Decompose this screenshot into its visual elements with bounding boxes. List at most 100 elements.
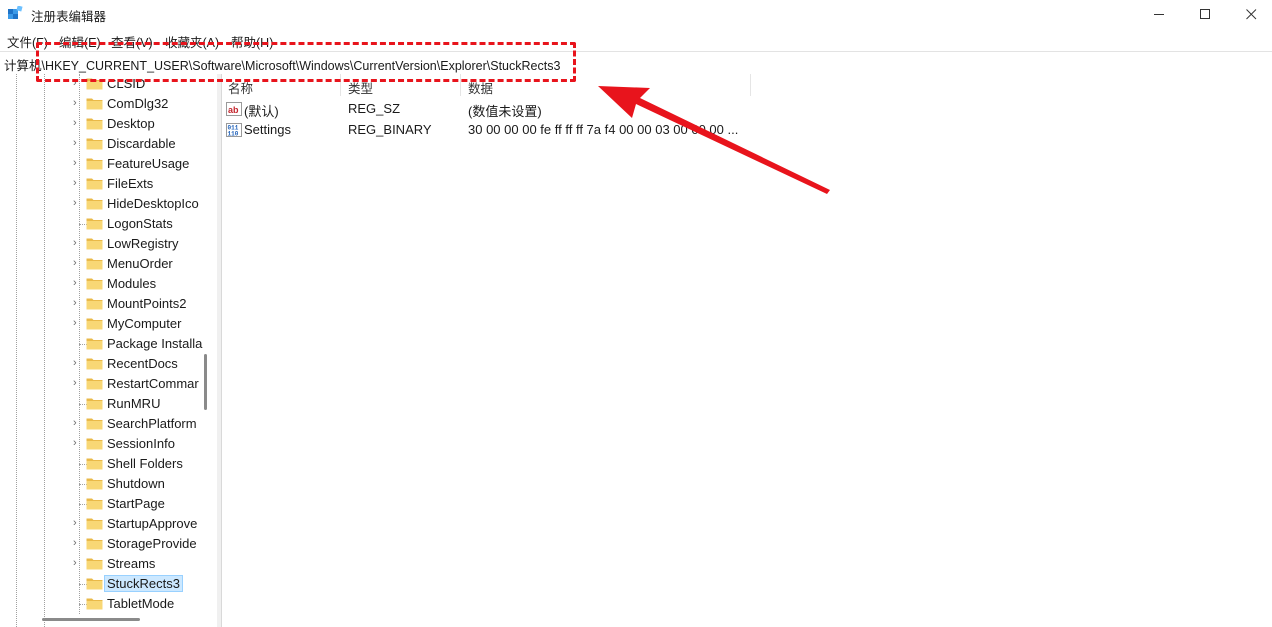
tree-item[interactable]: RunMRU	[70, 394, 210, 414]
chevron-right-icon[interactable]: ›	[73, 418, 82, 429]
folder-icon	[86, 318, 103, 330]
folder-icon	[86, 98, 103, 110]
tree-item[interactable]: › MountPoints2	[70, 294, 210, 314]
tree-item[interactable]: Package Installa	[70, 334, 210, 354]
chevron-right-icon[interactable]: ›	[73, 518, 82, 529]
tree-item[interactable]: › StartupApprove	[70, 514, 210, 534]
chevron-right-icon[interactable]: ›	[73, 178, 82, 189]
chevron-right-icon[interactable]: ›	[73, 318, 82, 329]
tree-item[interactable]: › FileExts	[70, 174, 210, 194]
folder-icon	[86, 438, 103, 450]
folder-icon	[86, 258, 103, 270]
chevron-right-icon[interactable]: ›	[73, 118, 82, 129]
maximize-button[interactable]	[1182, 0, 1228, 28]
chevron-right-icon[interactable]: ›	[73, 198, 82, 209]
tree-item[interactable]: › ComDlg32	[70, 94, 210, 114]
tree-item[interactable]: › Streams	[70, 554, 210, 574]
tree-item[interactable]: › MyComputer	[70, 314, 210, 334]
folder-icon	[86, 538, 103, 550]
folder-icon	[86, 378, 103, 390]
tree-item[interactable]: › RestartCommar	[70, 374, 210, 394]
value-data: 30 00 00 00 fe ff ff ff 7a f4 00 00 03 0…	[468, 122, 739, 137]
maximize-icon	[1199, 8, 1210, 19]
chevron-right-icon[interactable]: ›	[73, 558, 82, 569]
tree-item-label: SearchPlatform	[107, 416, 197, 431]
chevron-right-icon[interactable]: ›	[73, 278, 82, 289]
binary-value-icon: 011 110	[226, 123, 242, 138]
svg-text:ab: ab	[228, 105, 239, 115]
tree-item[interactable]: › SessionInfo	[70, 434, 210, 454]
tree-item[interactable]: › SearchPlatform	[70, 414, 210, 434]
chevron-right-icon[interactable]: ›	[73, 358, 82, 369]
folder-icon	[86, 338, 103, 350]
tree-item-label: Streams	[107, 556, 156, 571]
tree-item[interactable]: StartPage	[70, 494, 210, 514]
folder-icon	[86, 298, 103, 310]
tree-item-label: StorageProvide	[107, 536, 197, 551]
chevron-right-icon[interactable]: ›	[73, 258, 82, 269]
tree-item[interactable]: StuckRects3	[70, 574, 210, 594]
chevron-right-icon[interactable]: ›	[73, 438, 82, 449]
close-button[interactable]	[1228, 0, 1272, 28]
tree-item-label: MenuOrder	[107, 256, 173, 271]
tree-item-label: ComDlg32	[107, 96, 169, 111]
tree-item[interactable]: › HideDesktopIco	[70, 194, 210, 214]
chevron-right-icon[interactable]: ›	[73, 378, 82, 389]
registry-editor-icon	[8, 6, 23, 19]
tree-item-label: Modules	[107, 276, 157, 291]
tree-item-label: StartPage	[107, 496, 165, 511]
key-tree[interactable]: › CLSID › ComDlg32 › Desktop › Discardable › Feat…	[0, 74, 218, 627]
tree-item[interactable]: › FeatureUsage	[70, 154, 210, 174]
tree-item[interactable]: › RecentDocs	[70, 354, 210, 374]
value-name: Settings	[244, 122, 291, 137]
tree-item-label: RestartCommar	[107, 376, 199, 391]
tree-item[interactable]: › MenuOrder	[70, 254, 210, 274]
address-highlight-box	[36, 42, 576, 82]
tree-item[interactable]: › Discardable	[70, 134, 210, 154]
tree-item-label: Shell Folders	[107, 456, 183, 471]
chevron-right-icon[interactable]: ›	[73, 298, 82, 309]
value-row[interactable]: 011 110 Settings REG_BINARY 30 00 00 00 …	[222, 120, 822, 140]
chevron-right-icon[interactable]: ›	[73, 158, 82, 169]
folder-icon	[86, 518, 103, 530]
tree-item-label: Shutdown	[107, 476, 165, 491]
folder-icon	[86, 398, 103, 410]
folder-icon	[86, 278, 103, 290]
folder-icon	[86, 418, 103, 430]
tree-item[interactable]: Shutdown	[70, 474, 210, 494]
folder-icon	[86, 458, 103, 470]
folder-icon	[86, 238, 103, 250]
folder-icon	[86, 218, 103, 230]
column-divider[interactable]	[750, 74, 751, 96]
tree-item[interactable]: › StorageProvide	[70, 534, 210, 554]
minimize-icon	[1153, 13, 1164, 15]
tree-item[interactable]: TabletMode	[70, 594, 210, 614]
chevron-right-icon[interactable]: ›	[73, 138, 82, 149]
tree-item[interactable]: › Desktop	[70, 114, 210, 134]
tree-item[interactable]: LogonStats	[70, 214, 210, 234]
tree-item-label: Discardable	[107, 136, 176, 151]
title-bar: 注册表编辑器	[0, 0, 1272, 28]
tree-item-label: SessionInfo	[107, 436, 175, 451]
tree-item-label: LogonStats	[107, 216, 173, 231]
chevron-right-icon[interactable]: ›	[73, 238, 82, 249]
tree-item[interactable]: Shell Folders	[70, 454, 210, 474]
folder-icon	[86, 578, 103, 590]
tree-horizontal-scrollbar[interactable]	[42, 618, 140, 621]
value-row[interactable]: ab (默认) REG_SZ (数值未设置)	[222, 99, 822, 119]
chevron-right-icon[interactable]: ›	[73, 538, 82, 549]
tree-item-label: RecentDocs	[107, 356, 178, 371]
tree-item[interactable]: › Modules	[70, 274, 210, 294]
values-list[interactable]: 名称 类型 数据 ab (默认) REG_SZ (数值未设置) 011 110 …	[222, 74, 1272, 627]
tree-item-label: RunMRU	[107, 396, 161, 411]
close-icon	[1245, 8, 1256, 19]
tree-item-label: MyComputer	[107, 316, 182, 331]
folder-icon	[86, 498, 103, 510]
tree-item-label: HideDesktopIco	[107, 196, 199, 211]
minimize-button[interactable]	[1136, 0, 1182, 28]
chevron-right-icon[interactable]: ›	[73, 98, 82, 109]
svg-text:110: 110	[228, 131, 239, 138]
tree-item[interactable]: › LowRegistry	[70, 234, 210, 254]
tree-item-label: FeatureUsage	[107, 156, 190, 171]
tree-vertical-scrollbar[interactable]	[204, 354, 207, 410]
